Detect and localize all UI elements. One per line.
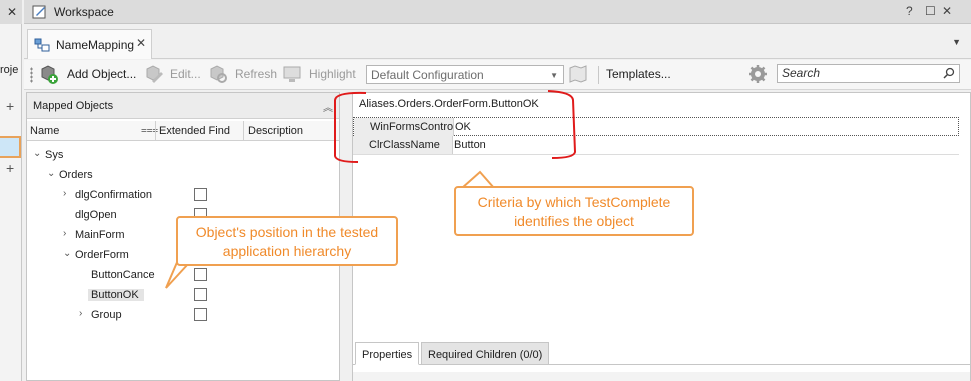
toolbar-separator: [598, 66, 599, 84]
configuration-value: Default Configuration: [371, 68, 484, 82]
extended-find-checkbox[interactable]: [194, 308, 207, 321]
tree-node-label: dlgConfirmation: [75, 189, 153, 201]
extended-find-checkbox[interactable]: [194, 188, 207, 201]
document-tab-strip: NameMapping ✕ ▼: [24, 25, 971, 59]
workspace-title-bar: Workspace ? ☐ ✕: [24, 0, 971, 24]
column-name[interactable]: Name: [30, 125, 59, 137]
templates-button[interactable]: Templates...: [606, 67, 671, 81]
criteria-callout: Criteria by which TestComplete identifie…: [454, 186, 694, 236]
refresh-button[interactable]: Refresh: [235, 67, 277, 81]
criteria-bracket: [334, 90, 577, 163]
left-dock-strip: ✕ roje + +: [0, 0, 22, 381]
tab-close-icon[interactable]: ✕: [136, 36, 146, 50]
tree-node-label: Sys: [45, 149, 64, 161]
gear-icon[interactable]: [748, 64, 768, 84]
expand-chevron-icon[interactable]: ›: [63, 188, 66, 199]
tree-node[interactable]: › Group: [27, 305, 339, 325]
tree-node-label: MainForm: [75, 229, 125, 241]
tree-node-label: ButtonCance: [91, 269, 155, 281]
refresh-icon: [210, 65, 227, 83]
highlight-button[interactable]: Highlight: [309, 67, 356, 81]
left-dock-header: ✕: [0, 0, 22, 24]
column-description[interactable]: Description: [248, 125, 303, 137]
tree-node[interactable]: ⌄ Orders: [27, 165, 339, 185]
search-icon: [943, 67, 955, 79]
plus-icon[interactable]: +: [6, 98, 14, 114]
tree-node[interactable]: › dlgConfirmation: [27, 185, 339, 205]
tab-properties[interactable]: Properties: [355, 342, 420, 365]
tree-node-label: Orders: [59, 169, 93, 181]
help-icon[interactable]: ?: [906, 4, 913, 18]
add-object-icon: [41, 65, 58, 84]
configuration-map-icon[interactable]: [568, 64, 588, 84]
close-window-icon[interactable]: ✕: [942, 4, 952, 18]
search-field[interactable]: Search: [777, 64, 960, 83]
extended-find-checkbox[interactable]: [194, 268, 207, 281]
panel-title: Mapped Objects: [33, 100, 114, 112]
edit-button[interactable]: Edit...: [170, 67, 201, 81]
expand-chevron-icon[interactable]: ›: [79, 308, 82, 319]
column-divider[interactable]: [243, 121, 244, 141]
tab-namemapping[interactable]: NameMapping ✕: [27, 29, 152, 59]
restore-icon[interactable]: ☐: [925, 4, 936, 18]
left-dock-close-icon[interactable]: ✕: [7, 5, 17, 19]
collapse-chevron-icon[interactable]: ⌄: [63, 248, 71, 259]
tree-node[interactable]: ⌄ Sys: [27, 145, 339, 165]
collapse-chevron-icon[interactable]: ⌄: [47, 168, 55, 179]
tree-node-label: ButtonOK: [88, 289, 144, 301]
add-object-button[interactable]: Add Object...: [67, 67, 136, 81]
namemapping-icon: [34, 38, 50, 52]
extended-find-checkbox[interactable]: [194, 288, 207, 301]
tree-node-label: dlgOpen: [75, 209, 117, 221]
column-divider[interactable]: [155, 121, 156, 141]
tab-list-chevron-down-icon[interactable]: ▼: [952, 37, 961, 47]
tree-node-label: OrderForm: [75, 249, 129, 261]
window-title: Workspace: [54, 5, 114, 19]
column-extended-find[interactable]: Extended Find: [159, 125, 230, 137]
tab-required-children[interactable]: Required Children (0/0): [421, 342, 550, 365]
position-callout-text: Object's position in the tested applicat…: [195, 224, 379, 259]
criteria-callout-text: Criteria by which TestComplete identifie…: [477, 194, 671, 229]
configuration-select[interactable]: Default Configuration ▼: [366, 65, 564, 84]
collapse-chevron-icon[interactable]: ⌄: [33, 148, 41, 159]
mapped-objects-header: Mapped Objects ︽: [27, 93, 339, 119]
position-callout: Object's position in the tested applicat…: [176, 216, 398, 266]
details-tab-strip: Properties Required Children (0/0): [353, 339, 970, 365]
plus-icon[interactable]: +: [6, 160, 14, 176]
tree-node-label: Group: [91, 309, 122, 321]
edit-icon: [146, 65, 163, 83]
selected-project-item[interactable]: [0, 136, 21, 158]
tab-label: NameMapping: [56, 38, 135, 52]
details-lower-toolbar: [353, 372, 970, 381]
workspace-icon: [32, 5, 46, 19]
toolbar-grip[interactable]: [30, 67, 33, 83]
chevron-down-icon: ▼: [550, 71, 558, 80]
highlight-icon: [283, 66, 301, 82]
search-input[interactable]: Search: [782, 66, 820, 80]
column-headers: Name ⩶ Extended Find Description: [27, 121, 339, 141]
expand-chevron-icon[interactable]: ›: [63, 228, 66, 239]
project-label: roje: [0, 64, 19, 76]
